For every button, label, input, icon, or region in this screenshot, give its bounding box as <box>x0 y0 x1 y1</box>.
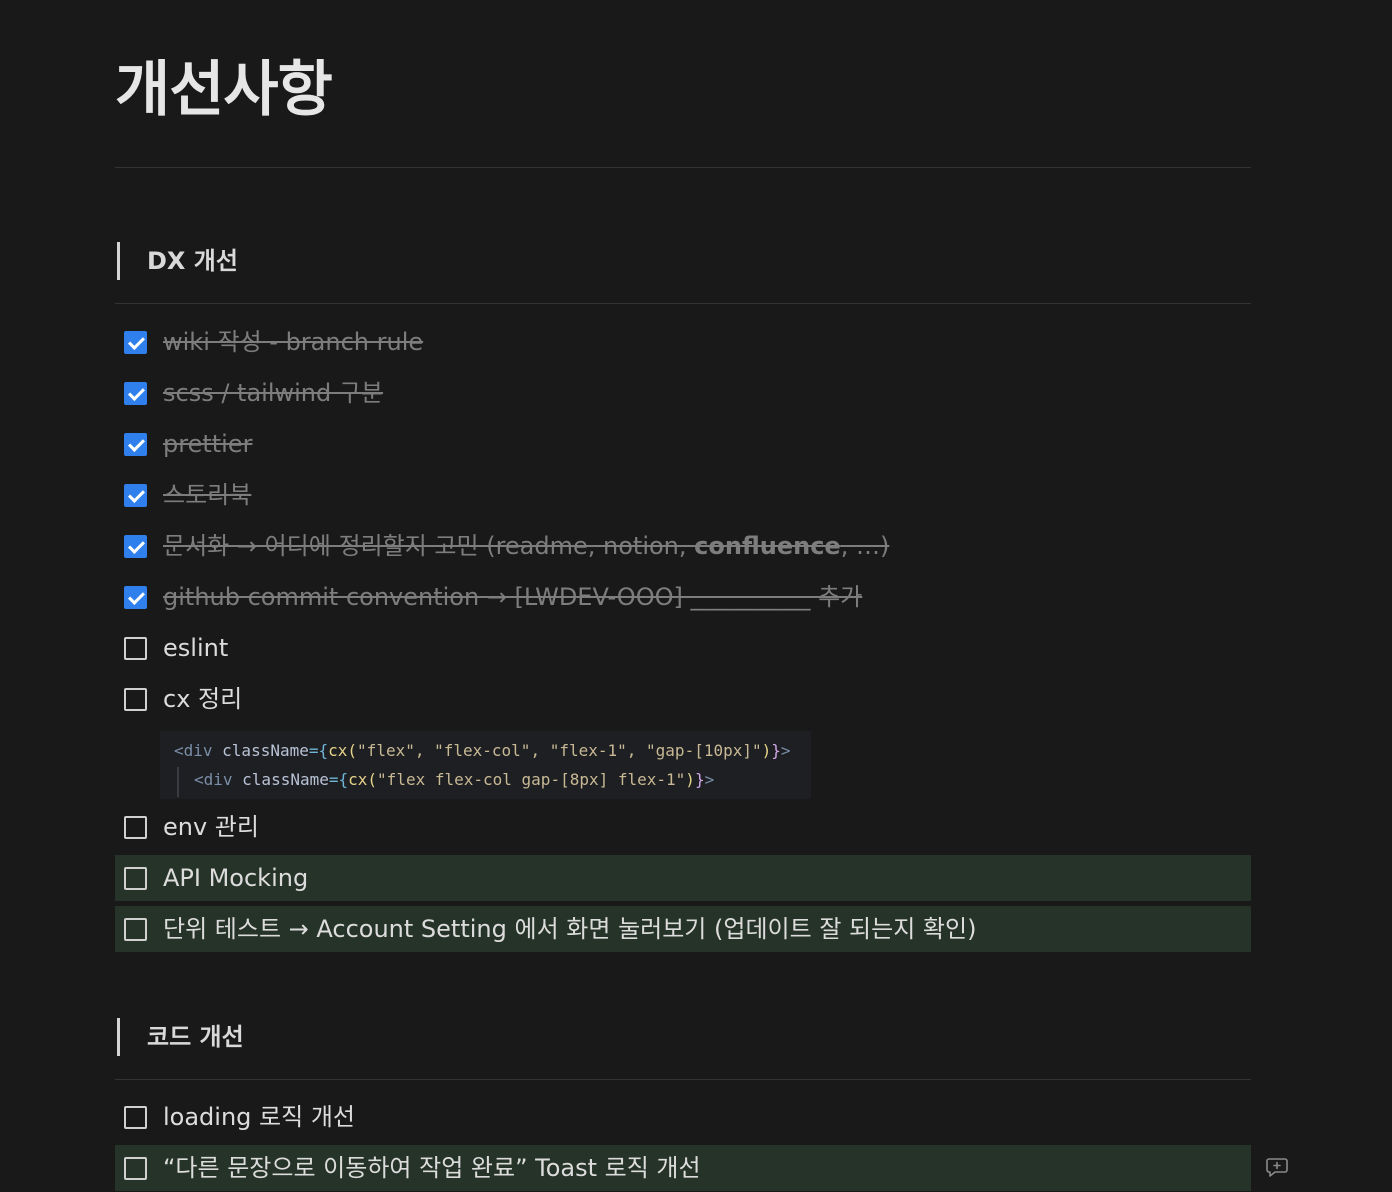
code-token: <div <box>174 741 213 760</box>
checkbox-checked[interactable] <box>124 330 147 354</box>
todo-text[interactable]: env 관리 <box>163 811 259 843</box>
todo-text-bold: confluence <box>694 532 841 560</box>
todo-text[interactable]: github commit convention → [LWDEV-OOO] _… <box>163 581 862 613</box>
todo-item[interactable]: prettier <box>115 421 1251 467</box>
checkbox[interactable] <box>124 636 147 660</box>
checkbox-checked[interactable] <box>124 534 147 558</box>
code-token: { <box>338 770 349 789</box>
code-token: cx( <box>348 770 378 789</box>
code-screenshot-image[interactable]: <div className={cx("flex", "flex-col", "… <box>160 731 811 799</box>
checkbox[interactable] <box>124 917 147 941</box>
code-line: <div className={cx("flex", "flex-col", "… <box>174 740 791 762</box>
code-token: = <box>328 770 339 789</box>
checkbox[interactable] <box>124 815 147 839</box>
todo-text[interactable]: “다른 문장으로 이동하여 작업 완료” Toast 로직 개선 <box>163 1152 701 1184</box>
todo-item[interactable]: loading 로직 개선 <box>115 1094 1251 1140</box>
todo-item-highlighted[interactable]: “다른 문장으로 이동하여 작업 완료” Toast 로직 개선 <box>115 1145 1251 1191</box>
todo-item[interactable]: github commit convention → [LWDEV-OOO] _… <box>115 574 1251 620</box>
todo-text[interactable]: eslint <box>163 632 228 664</box>
code-token: className <box>232 770 329 789</box>
section-heading-dx[interactable]: DX 개선 <box>117 242 238 280</box>
add-comment-icon[interactable] <box>1266 1157 1288 1177</box>
section-heading-code[interactable]: 코드 개선 <box>117 1018 244 1056</box>
code-token: "flex", "flex-col", "flex-1", "gap-[10px… <box>357 741 762 760</box>
todo-item[interactable]: 스토리북 <box>115 472 1251 518</box>
todo-text-part: , …) <box>840 532 890 560</box>
todo-text[interactable]: cx 정리 <box>163 683 242 715</box>
notion-page: 개선사항 DX 개선 wiki 작성 - branch rule scss / … <box>0 0 1392 1192</box>
code-token: "flex flex-col gap-[8px] flex-1" <box>377 770 686 789</box>
checkbox[interactable] <box>124 866 147 890</box>
checkbox[interactable] <box>124 1156 147 1180</box>
todo-item[interactable]: env 관리 <box>115 804 1251 850</box>
code-token: > <box>780 741 791 760</box>
code-token: className <box>212 741 309 760</box>
todo-text-part: 문서화 → 어디에 정리할지 고민 (readme, notion, <box>163 532 695 560</box>
checkbox-checked[interactable] <box>124 483 147 507</box>
todo-item-highlighted[interactable]: API Mocking <box>115 855 1251 901</box>
todo-item[interactable]: scss / tailwind 구분 <box>115 370 1251 416</box>
checkbox[interactable] <box>124 687 147 711</box>
todo-text[interactable]: loading 로직 개선 <box>163 1101 355 1133</box>
todo-text[interactable]: 단위 테스트 → Account Setting 에서 화면 눌러보기 (업데이… <box>163 913 976 945</box>
checkbox-checked[interactable] <box>124 585 147 609</box>
code-line: <div className={cx("flex flex-col gap-[8… <box>194 769 714 791</box>
todo-text[interactable]: 스토리북 <box>163 479 251 511</box>
code-token: } <box>694 770 705 789</box>
page-title[interactable]: 개선사항 <box>115 52 333 128</box>
code-token: { <box>318 741 329 760</box>
todo-text[interactable]: API Mocking <box>163 862 308 894</box>
code-token: } <box>771 741 781 760</box>
checkbox-checked[interactable] <box>124 432 147 456</box>
todo-item[interactable]: cx 정리 <box>115 676 1251 722</box>
checkbox-checked[interactable] <box>124 381 147 405</box>
todo-item[interactable]: wiki 작성 - branch rule <box>115 319 1251 365</box>
todo-text[interactable]: prettier <box>163 428 252 460</box>
code-token: ) <box>761 741 772 760</box>
indent-guide <box>177 767 179 797</box>
divider <box>115 167 1251 168</box>
divider <box>115 303 1251 304</box>
divider <box>115 1079 1251 1080</box>
todo-item[interactable]: eslint <box>115 625 1251 671</box>
code-token: <div <box>194 770 233 789</box>
checkbox[interactable] <box>124 1105 147 1129</box>
todo-text[interactable]: wiki 작성 - branch rule <box>163 326 423 358</box>
todo-text[interactable]: 문서화 → 어디에 정리할지 고민 (readme, notion, confl… <box>163 530 889 562</box>
todo-item-highlighted[interactable]: 단위 테스트 → Account Setting 에서 화면 눌러보기 (업데이… <box>115 906 1251 952</box>
todo-item[interactable]: 문서화 → 어디에 정리할지 고민 (readme, notion, confl… <box>115 523 1251 569</box>
code-token: ) <box>685 770 695 789</box>
code-token: cx( <box>328 741 358 760</box>
code-token: = <box>308 741 319 760</box>
code-token: > <box>704 770 715 789</box>
todo-text[interactable]: scss / tailwind 구분 <box>163 377 383 409</box>
